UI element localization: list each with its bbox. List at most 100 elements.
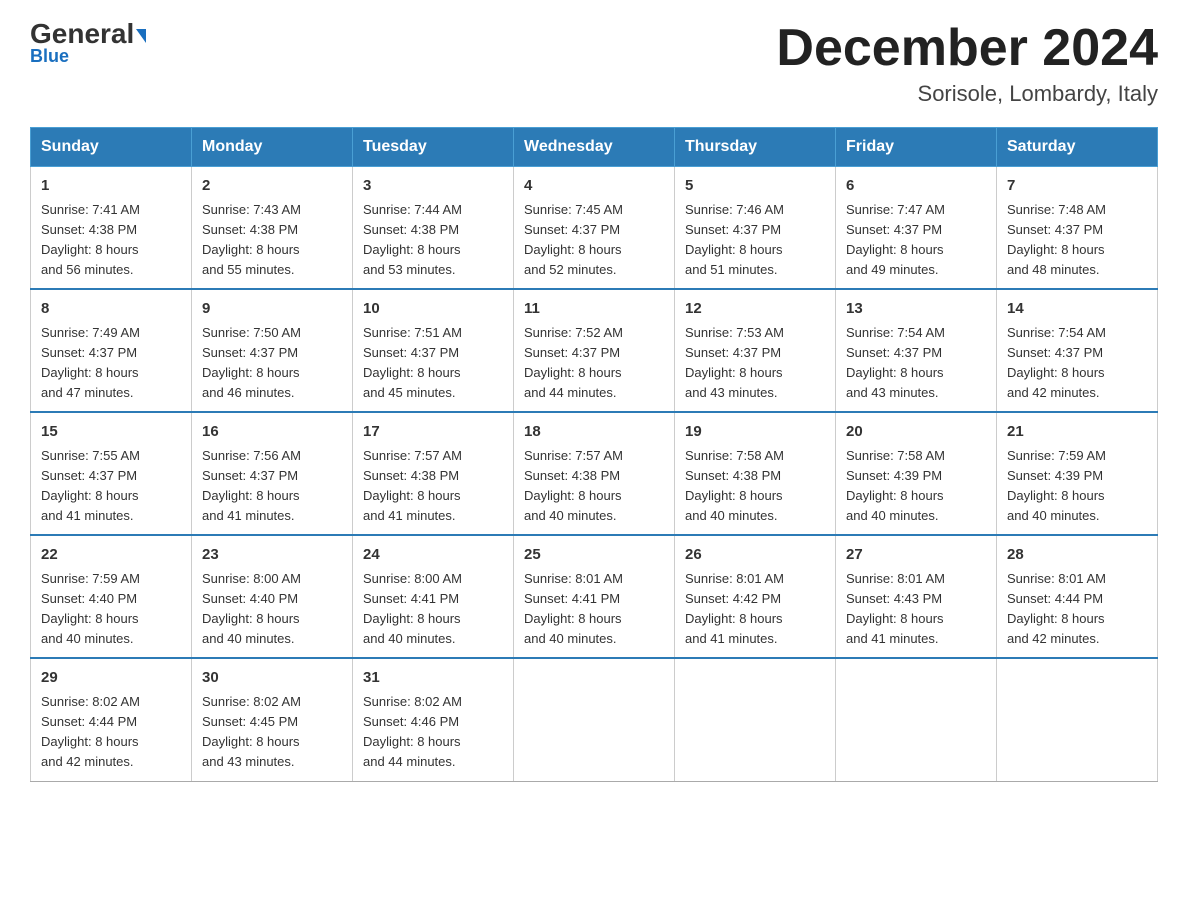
day-info: Sunrise: 8:02 AMSunset: 4:46 PMDaylight:… <box>363 692 503 773</box>
day-number: 25 <box>524 544 664 567</box>
day-info: Sunrise: 7:53 AMSunset: 4:37 PMDaylight:… <box>685 323 825 404</box>
day-info: Sunrise: 7:57 AMSunset: 4:38 PMDaylight:… <box>363 446 503 527</box>
table-row: 19Sunrise: 7:58 AMSunset: 4:38 PMDayligh… <box>675 412 836 535</box>
page-header: General Blue December 2024 Sorisole, Lom… <box>30 20 1158 107</box>
table-row: 7Sunrise: 7:48 AMSunset: 4:37 PMDaylight… <box>997 167 1158 290</box>
table-row: 16Sunrise: 7:56 AMSunset: 4:37 PMDayligh… <box>192 412 353 535</box>
day-number: 28 <box>1007 544 1147 567</box>
table-row: 12Sunrise: 7:53 AMSunset: 4:37 PMDayligh… <box>675 289 836 412</box>
day-info: Sunrise: 7:59 AMSunset: 4:39 PMDaylight:… <box>1007 446 1147 527</box>
day-number: 2 <box>202 175 342 198</box>
day-number: 1 <box>41 175 181 198</box>
table-row: 5Sunrise: 7:46 AMSunset: 4:37 PMDaylight… <box>675 167 836 290</box>
table-row: 21Sunrise: 7:59 AMSunset: 4:39 PMDayligh… <box>997 412 1158 535</box>
calendar-week-row: 1Sunrise: 7:41 AMSunset: 4:38 PMDaylight… <box>31 167 1158 290</box>
table-row <box>836 658 997 781</box>
table-row: 28Sunrise: 8:01 AMSunset: 4:44 PMDayligh… <box>997 535 1158 658</box>
day-info: Sunrise: 7:50 AMSunset: 4:37 PMDaylight:… <box>202 323 342 404</box>
day-info: Sunrise: 8:01 AMSunset: 4:42 PMDaylight:… <box>685 569 825 650</box>
day-info: Sunrise: 7:57 AMSunset: 4:38 PMDaylight:… <box>524 446 664 527</box>
table-row: 20Sunrise: 7:58 AMSunset: 4:39 PMDayligh… <box>836 412 997 535</box>
day-info: Sunrise: 7:54 AMSunset: 4:37 PMDaylight:… <box>1007 323 1147 404</box>
table-row: 14Sunrise: 7:54 AMSunset: 4:37 PMDayligh… <box>997 289 1158 412</box>
table-row: 6Sunrise: 7:47 AMSunset: 4:37 PMDaylight… <box>836 167 997 290</box>
day-number: 22 <box>41 544 181 567</box>
day-number: 16 <box>202 421 342 444</box>
day-number: 5 <box>685 175 825 198</box>
table-row: 27Sunrise: 8:01 AMSunset: 4:43 PMDayligh… <box>836 535 997 658</box>
day-number: 6 <box>846 175 986 198</box>
table-row <box>514 658 675 781</box>
day-info: Sunrise: 8:02 AMSunset: 4:45 PMDaylight:… <box>202 692 342 773</box>
table-row: 29Sunrise: 8:02 AMSunset: 4:44 PMDayligh… <box>31 658 192 781</box>
col-thursday: Thursday <box>675 128 836 167</box>
day-number: 15 <box>41 421 181 444</box>
day-info: Sunrise: 8:00 AMSunset: 4:41 PMDaylight:… <box>363 569 503 650</box>
table-row: 8Sunrise: 7:49 AMSunset: 4:37 PMDaylight… <box>31 289 192 412</box>
table-row: 23Sunrise: 8:00 AMSunset: 4:40 PMDayligh… <box>192 535 353 658</box>
table-row: 25Sunrise: 8:01 AMSunset: 4:41 PMDayligh… <box>514 535 675 658</box>
day-info: Sunrise: 7:44 AMSunset: 4:38 PMDaylight:… <box>363 200 503 281</box>
day-number: 31 <box>363 667 503 690</box>
day-number: 29 <box>41 667 181 690</box>
table-row: 10Sunrise: 7:51 AMSunset: 4:37 PMDayligh… <box>353 289 514 412</box>
day-info: Sunrise: 8:01 AMSunset: 4:41 PMDaylight:… <box>524 569 664 650</box>
day-number: 21 <box>1007 421 1147 444</box>
day-info: Sunrise: 7:45 AMSunset: 4:37 PMDaylight:… <box>524 200 664 281</box>
col-friday: Friday <box>836 128 997 167</box>
day-number: 11 <box>524 298 664 321</box>
table-row: 13Sunrise: 7:54 AMSunset: 4:37 PMDayligh… <box>836 289 997 412</box>
day-number: 17 <box>363 421 503 444</box>
calendar-table: Sunday Monday Tuesday Wednesday Thursday… <box>30 127 1158 781</box>
table-row: 17Sunrise: 7:57 AMSunset: 4:38 PMDayligh… <box>353 412 514 535</box>
day-info: Sunrise: 8:01 AMSunset: 4:43 PMDaylight:… <box>846 569 986 650</box>
calendar-header-row: Sunday Monday Tuesday Wednesday Thursday… <box>31 128 1158 167</box>
day-number: 26 <box>685 544 825 567</box>
day-info: Sunrise: 7:59 AMSunset: 4:40 PMDaylight:… <box>41 569 181 650</box>
day-info: Sunrise: 7:56 AMSunset: 4:37 PMDaylight:… <box>202 446 342 527</box>
day-number: 19 <box>685 421 825 444</box>
day-number: 14 <box>1007 298 1147 321</box>
table-row: 1Sunrise: 7:41 AMSunset: 4:38 PMDaylight… <box>31 167 192 290</box>
day-info: Sunrise: 7:47 AMSunset: 4:37 PMDaylight:… <box>846 200 986 281</box>
location-title: Sorisole, Lombardy, Italy <box>776 81 1158 107</box>
col-tuesday: Tuesday <box>353 128 514 167</box>
calendar-week-row: 8Sunrise: 7:49 AMSunset: 4:37 PMDaylight… <box>31 289 1158 412</box>
col-monday: Monday <box>192 128 353 167</box>
day-info: Sunrise: 8:02 AMSunset: 4:44 PMDaylight:… <box>41 692 181 773</box>
day-info: Sunrise: 7:58 AMSunset: 4:39 PMDaylight:… <box>846 446 986 527</box>
table-row: 31Sunrise: 8:02 AMSunset: 4:46 PMDayligh… <box>353 658 514 781</box>
table-row: 15Sunrise: 7:55 AMSunset: 4:37 PMDayligh… <box>31 412 192 535</box>
day-number: 27 <box>846 544 986 567</box>
day-info: Sunrise: 7:46 AMSunset: 4:37 PMDaylight:… <box>685 200 825 281</box>
table-row: 9Sunrise: 7:50 AMSunset: 4:37 PMDaylight… <box>192 289 353 412</box>
day-info: Sunrise: 7:58 AMSunset: 4:38 PMDaylight:… <box>685 446 825 527</box>
table-row: 18Sunrise: 7:57 AMSunset: 4:38 PMDayligh… <box>514 412 675 535</box>
day-number: 13 <box>846 298 986 321</box>
day-number: 18 <box>524 421 664 444</box>
day-number: 20 <box>846 421 986 444</box>
table-row: 11Sunrise: 7:52 AMSunset: 4:37 PMDayligh… <box>514 289 675 412</box>
day-number: 23 <box>202 544 342 567</box>
day-number: 12 <box>685 298 825 321</box>
day-number: 8 <box>41 298 181 321</box>
month-title: December 2024 <box>776 20 1158 77</box>
table-row: 26Sunrise: 8:01 AMSunset: 4:42 PMDayligh… <box>675 535 836 658</box>
day-info: Sunrise: 7:43 AMSunset: 4:38 PMDaylight:… <box>202 200 342 281</box>
logo-blue: Blue <box>30 46 69 67</box>
day-info: Sunrise: 7:52 AMSunset: 4:37 PMDaylight:… <box>524 323 664 404</box>
day-info: Sunrise: 8:00 AMSunset: 4:40 PMDaylight:… <box>202 569 342 650</box>
day-info: Sunrise: 7:49 AMSunset: 4:37 PMDaylight:… <box>41 323 181 404</box>
table-row: 2Sunrise: 7:43 AMSunset: 4:38 PMDaylight… <box>192 167 353 290</box>
table-row <box>675 658 836 781</box>
col-sunday: Sunday <box>31 128 192 167</box>
table-row: 3Sunrise: 7:44 AMSunset: 4:38 PMDaylight… <box>353 167 514 290</box>
day-number: 7 <box>1007 175 1147 198</box>
day-info: Sunrise: 7:54 AMSunset: 4:37 PMDaylight:… <box>846 323 986 404</box>
col-wednesday: Wednesday <box>514 128 675 167</box>
day-number: 9 <box>202 298 342 321</box>
day-number: 3 <box>363 175 503 198</box>
logo-general: General <box>30 20 146 48</box>
day-info: Sunrise: 7:41 AMSunset: 4:38 PMDaylight:… <box>41 200 181 281</box>
table-row: 22Sunrise: 7:59 AMSunset: 4:40 PMDayligh… <box>31 535 192 658</box>
